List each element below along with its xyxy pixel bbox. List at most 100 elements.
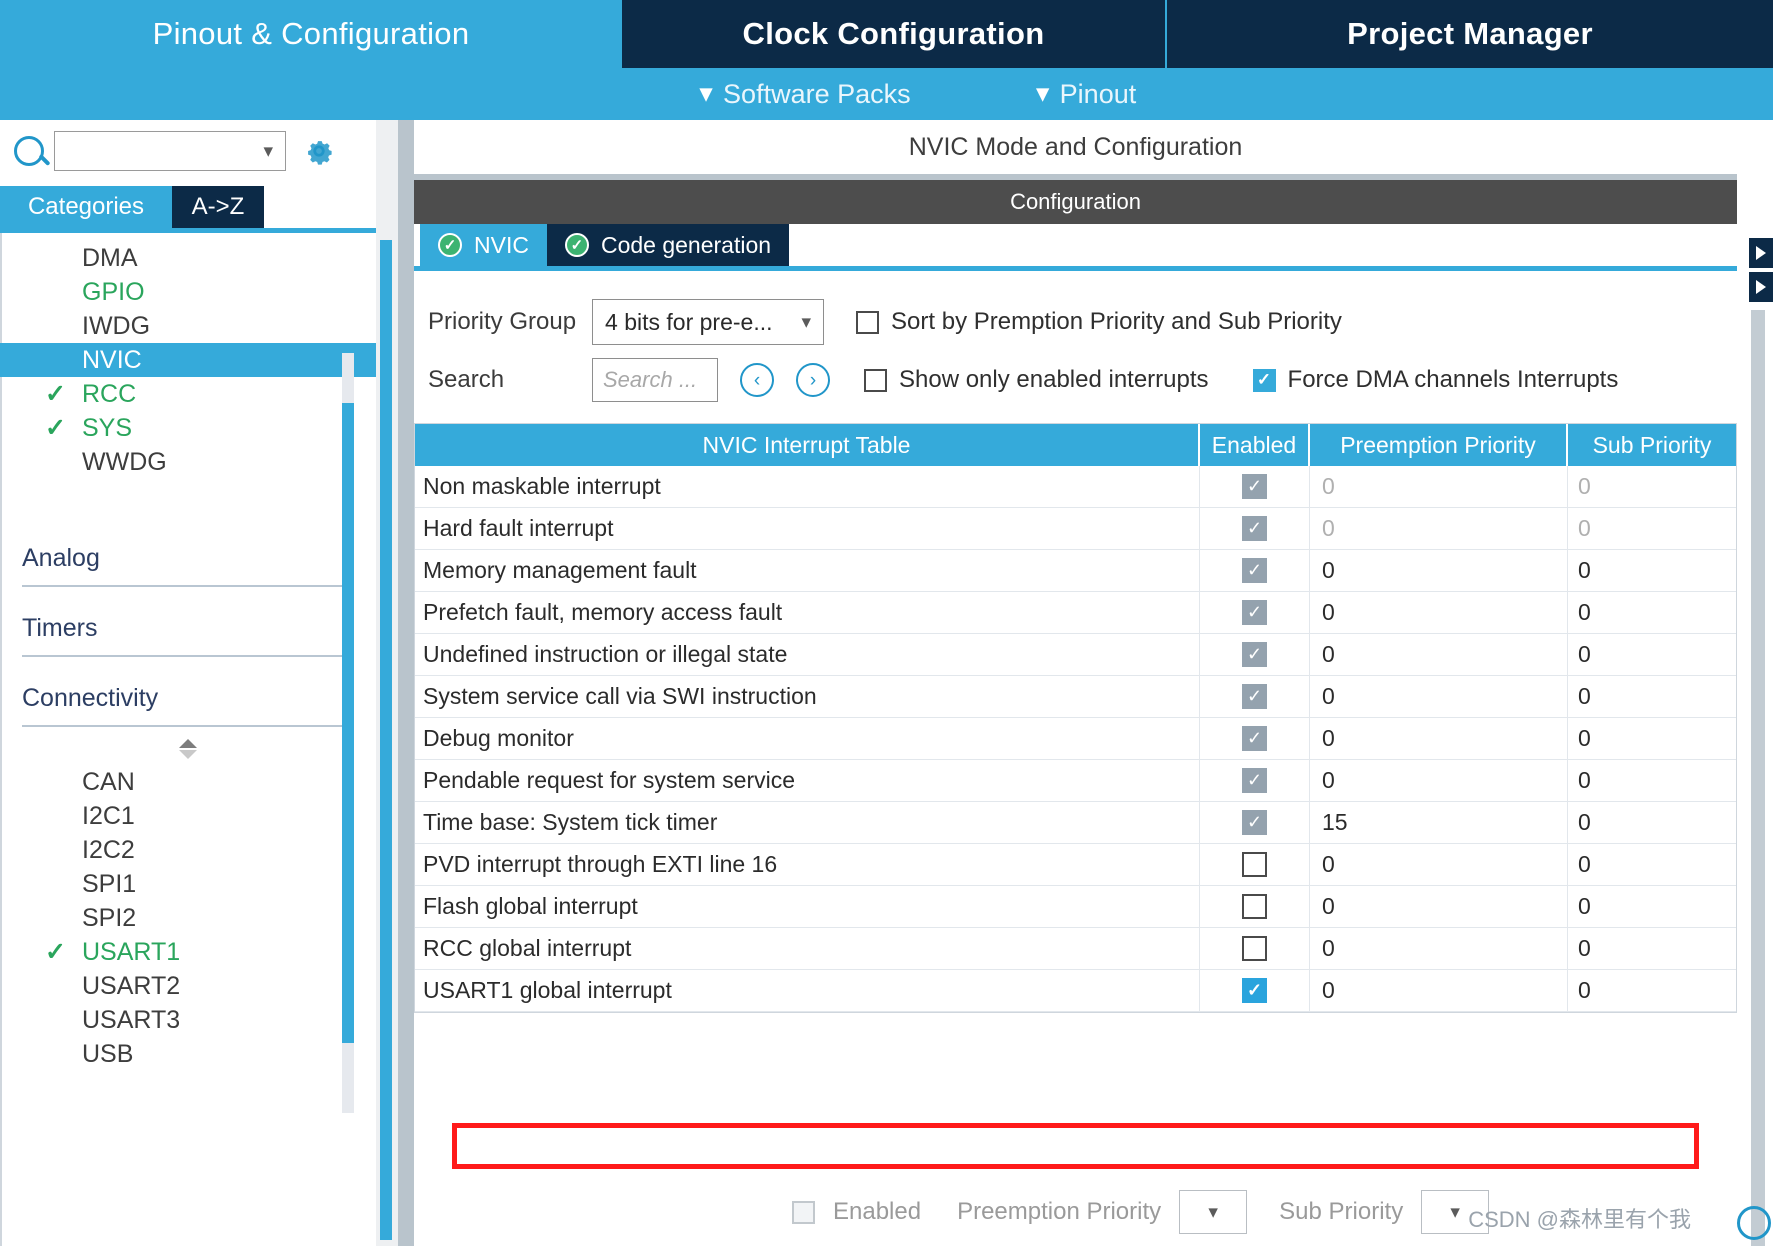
column-header-preemption[interactable]: Preemption Priority [1310,424,1568,466]
sub-priority-cell[interactable]: 0 [1568,844,1736,885]
sidebar-item-usart3[interactable]: USART3 [0,1003,376,1037]
footer-enabled-checkbox[interactable] [792,1200,815,1224]
tab-a-to-z[interactable]: A->Z [172,186,264,228]
enabled-cell[interactable]: ✓ [1200,970,1310,1011]
preemption-priority-cell[interactable]: 0 [1310,718,1568,759]
panel-scrollbar-thumb[interactable] [380,240,392,1240]
sidebar-item-spi1[interactable]: SPI1 [0,867,376,901]
checkbox-unchecked[interactable] [1242,894,1267,919]
sidebar-group-connectivity[interactable]: Connectivity ▾ [22,671,354,727]
interrupt-search-input[interactable]: Search ... [592,358,718,402]
sidebar-item-dma[interactable]: DMA [0,241,376,275]
sidebar-item-usart2[interactable]: USART2 [0,969,376,1003]
sub-priority-cell[interactable]: 0 [1568,550,1736,591]
preemption-priority-cell[interactable]: 0 [1310,634,1568,675]
tab-pinout-configuration[interactable]: Pinout & Configuration [0,0,622,68]
panel-right-scrollbar[interactable] [1751,310,1765,1246]
checkbox-checked-disabled[interactable]: ✓ [1242,684,1267,709]
footer-preemption-select[interactable]: ▾ [1179,1190,1248,1234]
sub-priority-cell[interactable]: 0 [1568,886,1736,927]
search-input[interactable]: ▾ [54,131,286,171]
preemption-priority-cell[interactable]: 0 [1310,928,1568,969]
sidebar-scrollbar-thumb[interactable] [342,403,354,1043]
table-row[interactable]: Undefined instruction or illegal state ✓ 0… [415,634,1736,676]
checkbox-unchecked[interactable] [1242,852,1267,877]
sidebar-item-gpio[interactable]: GPIO [0,275,376,309]
column-header-name[interactable]: NVIC Interrupt Table [415,424,1200,466]
sidebar-item-i2c1[interactable]: I2C1 [0,799,376,833]
enabled-cell[interactable]: ✓ [1200,718,1310,759]
preemption-priority-cell[interactable]: 0 [1310,844,1568,885]
table-row[interactable]: Flash global interrupt 0 0 [415,886,1736,928]
enabled-cell[interactable] [1200,928,1310,969]
scroll-right-arrow-bottom[interactable] [1749,272,1773,302]
enabled-cell[interactable]: ✓ [1200,592,1310,633]
sidebar-item-can[interactable]: CAN [0,765,376,799]
menu-software-packs[interactable]: ▾ Software Packs [700,79,911,110]
checkbox-checked-disabled[interactable]: ✓ [1242,642,1267,667]
tab-code-generation[interactable]: ✓ Code generation [546,224,790,266]
sort-toggle-button[interactable] [0,739,376,759]
column-header-enabled[interactable]: Enabled [1200,424,1310,466]
sort-by-preemption-checkbox[interactable]: Sort by Premption Priority and Sub Prior… [856,308,1342,336]
checkbox-checked[interactable]: ✓ [1242,978,1267,1003]
force-dma-interrupts-checkbox[interactable]: ✓ Force DMA channels Interrupts [1252,366,1618,394]
checkbox-checked-disabled[interactable]: ✓ [1242,474,1267,499]
tab-clock-configuration[interactable]: Clock Configuration [622,0,1167,68]
preemption-priority-cell[interactable]: 15 [1310,802,1568,843]
enabled-cell[interactable] [1200,844,1310,885]
sub-priority-cell[interactable]: 0 [1568,592,1736,633]
sub-priority-cell[interactable]: 0 [1568,508,1736,549]
sidebar-item-iwdg[interactable]: IWDG [0,309,376,343]
enabled-cell[interactable]: ✓ [1200,550,1310,591]
enabled-cell[interactable]: ✓ [1200,634,1310,675]
table-row[interactable]: Debug monitor ✓ 0 0 [415,718,1736,760]
preemption-priority-cell[interactable]: 0 [1310,676,1568,717]
sub-priority-cell[interactable]: 0 [1568,760,1736,801]
preemption-priority-cell[interactable]: 0 [1310,592,1568,633]
checkbox-checked-disabled[interactable]: ✓ [1242,558,1267,583]
sidebar-item-spi2[interactable]: SPI2 [0,901,376,935]
sidebar-item-wwdg[interactable]: WWDG [0,445,376,479]
sub-priority-cell[interactable]: 0 [1568,718,1736,759]
menu-pinout[interactable]: ▾ Pinout [1037,79,1137,110]
enabled-cell[interactable]: ✓ [1200,760,1310,801]
checkbox-checked-disabled[interactable]: ✓ [1242,516,1267,541]
sidebar-item-usb[interactable]: USB [0,1037,376,1071]
tab-nvic[interactable]: ✓ NVIC [420,224,547,266]
sub-priority-cell[interactable]: 0 [1568,928,1736,969]
checkbox-checked-disabled[interactable]: ✓ [1242,810,1267,835]
table-row[interactable]: Non maskable interrupt ✓ 0 0 [415,466,1736,508]
sub-priority-cell[interactable]: 0 [1568,676,1736,717]
table-row[interactable]: Memory management fault ✓ 0 0 [415,550,1736,592]
help-circle-icon[interactable] [1737,1206,1771,1240]
enabled-cell[interactable]: ✓ [1200,466,1310,507]
table-row[interactable]: Prefetch fault, memory access fault ✓ 0 0 [415,592,1736,634]
sidebar-group-analog[interactable]: Analog › [22,531,354,587]
priority-group-select[interactable]: 4 bits for pre-e... ▾ [592,299,825,345]
sub-priority-cell[interactable]: 0 [1568,970,1736,1011]
tab-project-manager[interactable]: Project Manager [1167,0,1773,68]
table-row[interactable]: Time base: System tick timer ✓ 15 0 [415,802,1736,844]
table-row[interactable]: Pendable request for system service ✓ 0 0 [415,760,1736,802]
sub-priority-cell[interactable]: 0 [1568,802,1736,843]
preemption-priority-cell[interactable]: 0 [1310,466,1568,507]
checkbox-checked-disabled[interactable]: ✓ [1242,726,1267,751]
enabled-cell[interactable]: ✓ [1200,802,1310,843]
preemption-priority-cell[interactable]: 0 [1310,508,1568,549]
column-header-sub[interactable]: Sub Priority [1568,424,1736,466]
sidebar-item-rcc[interactable]: ✓ RCC [0,377,376,411]
table-row[interactable]: RCC global interrupt 0 0 [415,928,1736,970]
preemption-priority-cell[interactable]: 0 [1310,886,1568,927]
enabled-cell[interactable]: ✓ [1200,508,1310,549]
search-next-button[interactable]: › [796,363,830,397]
sub-priority-cell[interactable]: 0 [1568,634,1736,675]
preemption-priority-cell[interactable]: 0 [1310,970,1568,1011]
search-prev-button[interactable]: ‹ [740,363,774,397]
preemption-priority-cell[interactable]: 0 [1310,550,1568,591]
scroll-right-arrow-top[interactable] [1749,238,1773,268]
enabled-cell[interactable] [1200,886,1310,927]
show-enabled-only-checkbox[interactable]: Show only enabled interrupts [864,366,1209,394]
sidebar-item-i2c2[interactable]: I2C2 [0,833,376,867]
checkbox-checked-disabled[interactable]: ✓ [1242,600,1267,625]
